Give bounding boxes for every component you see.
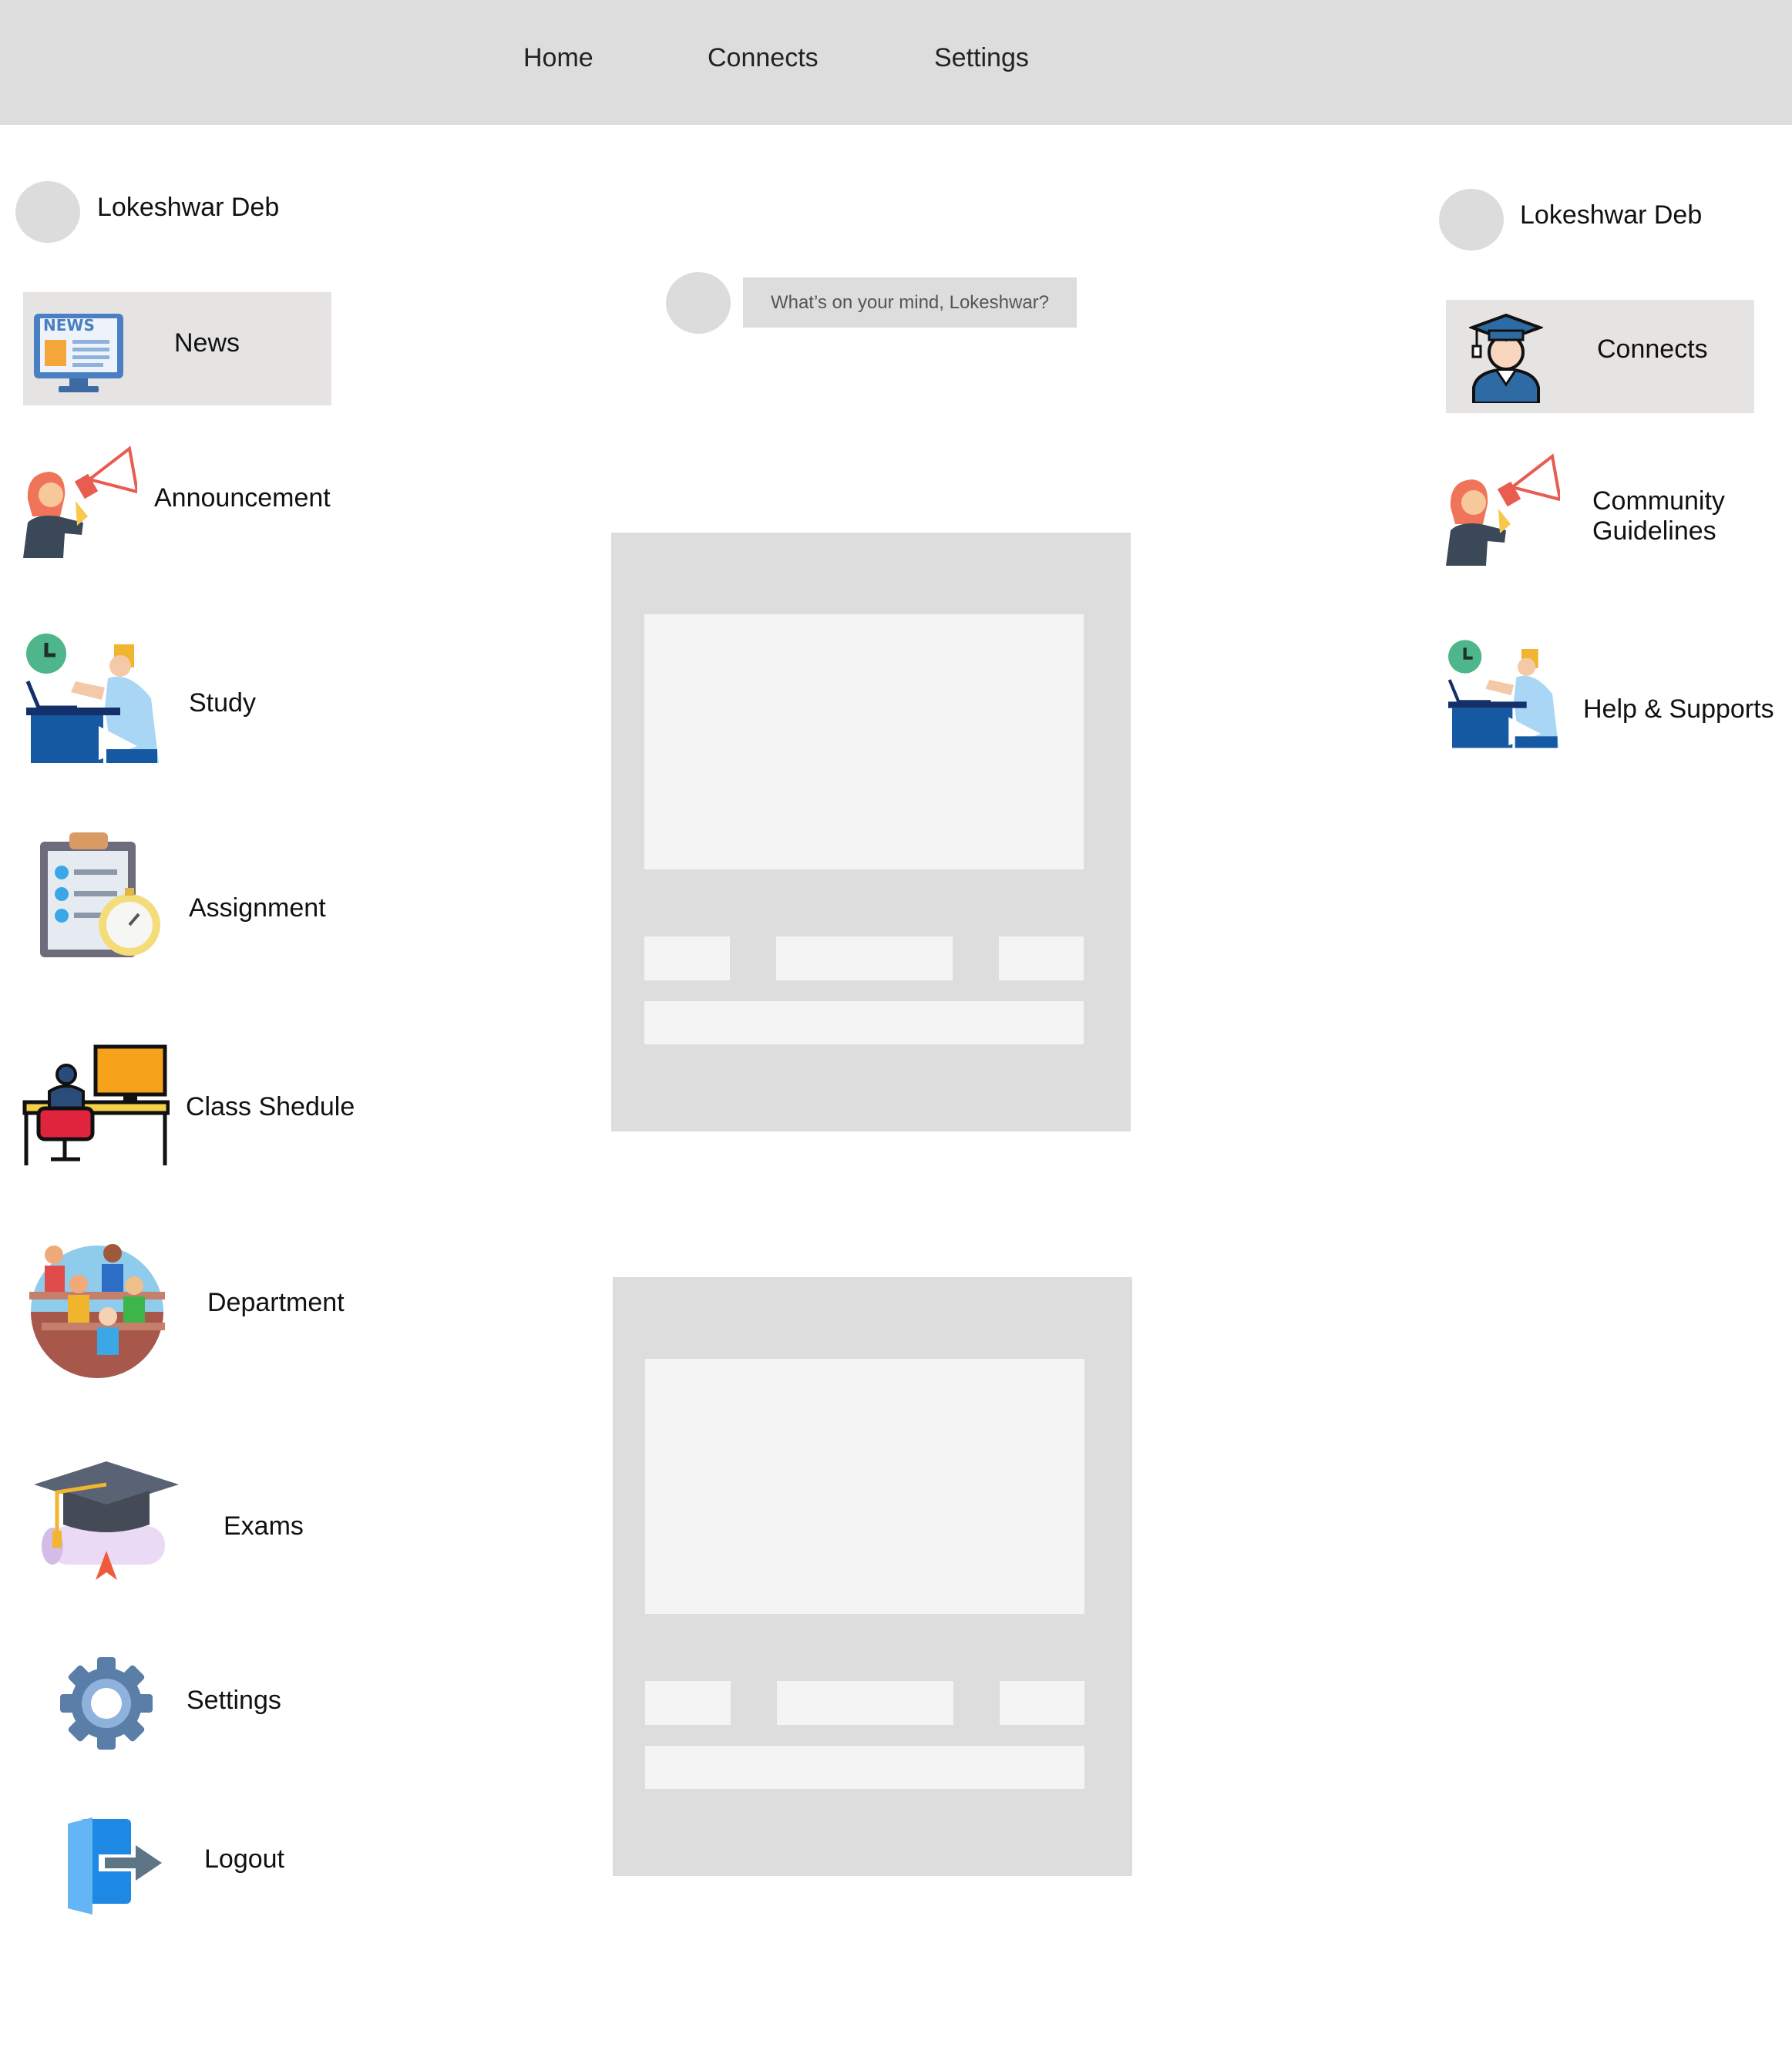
graduation-cap-icon	[34, 1461, 179, 1580]
sidebar-item-logout[interactable]: Logout	[22, 1811, 345, 1919]
sidebar-item-label: Guidelines	[1592, 516, 1716, 546]
sidebar-item-assignment[interactable]: Assignment	[22, 831, 345, 970]
sidebar-item-help-supports[interactable]: Help & Supports	[1444, 637, 1784, 775]
right-profile-avatar[interactable]	[1439, 189, 1504, 250]
post-image-placeholder	[645, 1359, 1084, 1614]
post-action-placeholder[interactable]	[1000, 1681, 1084, 1725]
post-composer-input[interactable]: What’s on your mind, Lokeshwar?	[743, 277, 1077, 328]
clipboard-stopwatch-icon	[40, 832, 160, 957]
logout-door-icon	[68, 1817, 162, 1915]
sidebar-item-settings[interactable]: Settings	[22, 1649, 345, 1757]
post-comment-placeholder[interactable]	[644, 1001, 1084, 1044]
sidebar-item-label: Logout	[204, 1844, 284, 1874]
desk-computer-icon	[22, 1044, 170, 1165]
news-monitor-icon: NEWS	[34, 314, 123, 392]
sidebar-item-class-schedule[interactable]: Class Shedule	[22, 1044, 361, 1175]
study-desk-icon	[25, 634, 159, 763]
megaphone-person-icon	[1446, 453, 1560, 566]
post-action-placeholder[interactable]	[999, 936, 1084, 980]
sidebar-item-label: Help & Supports	[1583, 694, 1774, 724]
sidebar-item-exams[interactable]: Exams	[22, 1457, 361, 1588]
left-profile-avatar[interactable]	[15, 181, 80, 243]
sidebar-item-label: Class Shedule	[186, 1092, 355, 1121]
svg-text:NEWS: NEWS	[43, 316, 95, 335]
study-desk-icon	[1447, 640, 1559, 748]
post-comment-placeholder[interactable]	[645, 1746, 1084, 1789]
classroom-people-icon	[29, 1244, 165, 1378]
nav-home-link[interactable]: Home	[523, 43, 593, 73]
sidebar-item-label: Exams	[224, 1511, 304, 1541]
sidebar-item-department[interactable]: Department	[22, 1238, 361, 1384]
sidebar-item-study[interactable]: Study	[22, 630, 345, 769]
post-action-placeholder[interactable]	[777, 1681, 953, 1725]
sidebar-item-label: Settings	[187, 1686, 281, 1715]
post-action-placeholder[interactable]	[645, 1681, 731, 1725]
sidebar-item-news[interactable]: NEWS News	[23, 292, 331, 405]
sidebar-item-label: Department	[207, 1288, 345, 1317]
sidebar-item-label: News	[174, 328, 240, 358]
post-card-placeholder	[613, 1277, 1132, 1876]
post-card-placeholder	[611, 533, 1131, 1131]
sidebar-item-announcement[interactable]: Announcement	[22, 438, 345, 561]
nav-connects-link[interactable]: Connects	[708, 43, 819, 73]
sidebar-item-connects[interactable]: Connects	[1446, 300, 1754, 413]
sidebar-item-label: Announcement	[154, 483, 331, 513]
megaphone-person-icon	[23, 445, 137, 558]
right-profile-name[interactable]: Lokeshwar Deb	[1520, 200, 1702, 230]
sidebar-item-community-guidelines[interactable]: Community Guidelines	[1444, 445, 1784, 569]
sidebar-item-label: Assignment	[189, 893, 326, 923]
sidebar-item-label: Community	[1592, 486, 1725, 516]
post-image-placeholder	[644, 614, 1084, 869]
sidebar-item-label: Study	[189, 688, 256, 718]
graduate-person-icon	[1469, 314, 1543, 403]
post-action-placeholder[interactable]	[644, 936, 730, 980]
top-navigation-bar: Home Connects Settings	[0, 0, 1792, 125]
post-action-placeholder[interactable]	[776, 936, 953, 980]
sidebar-item-label: Connects	[1597, 335, 1708, 364]
composer-avatar	[666, 272, 731, 334]
nav-settings-link[interactable]: Settings	[934, 43, 1029, 73]
left-profile-name[interactable]: Lokeshwar Deb	[97, 193, 279, 223]
gear-icon	[60, 1657, 153, 1750]
